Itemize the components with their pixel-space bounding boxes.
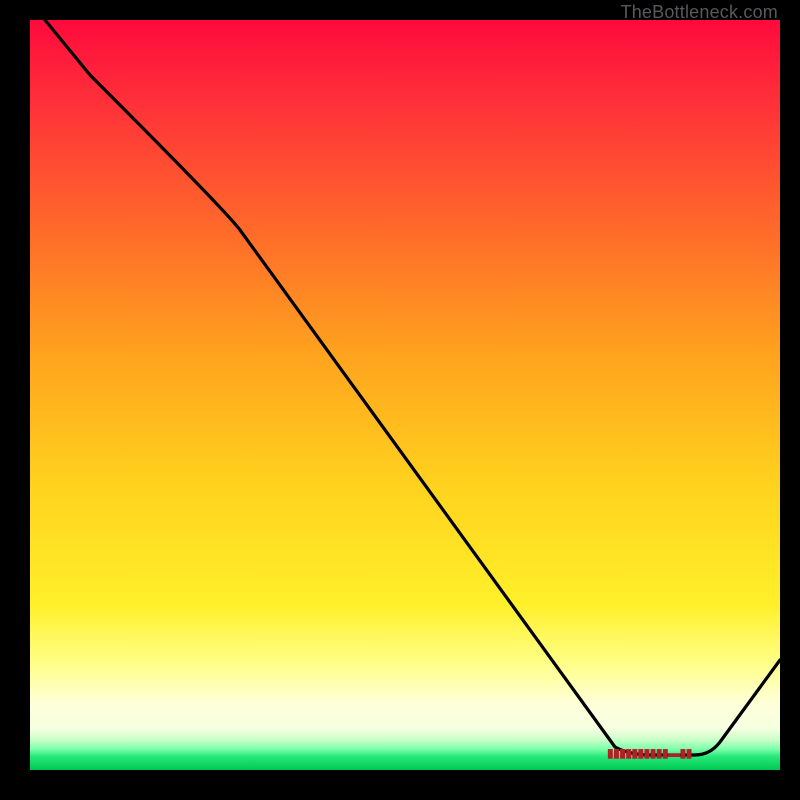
chart-frame: TheBottleneck.com ▮▮▮▮▮▮▮▮▮▮▬▮▮ — [0, 0, 800, 800]
watermark-text: TheBottleneck.com — [621, 2, 778, 23]
x-axis-annotation: ▮▮▮▮▮▮▮▮▮▮▬▮▮ — [607, 746, 692, 760]
bottleneck-curve — [30, 20, 780, 770]
plot-area — [30, 20, 780, 770]
